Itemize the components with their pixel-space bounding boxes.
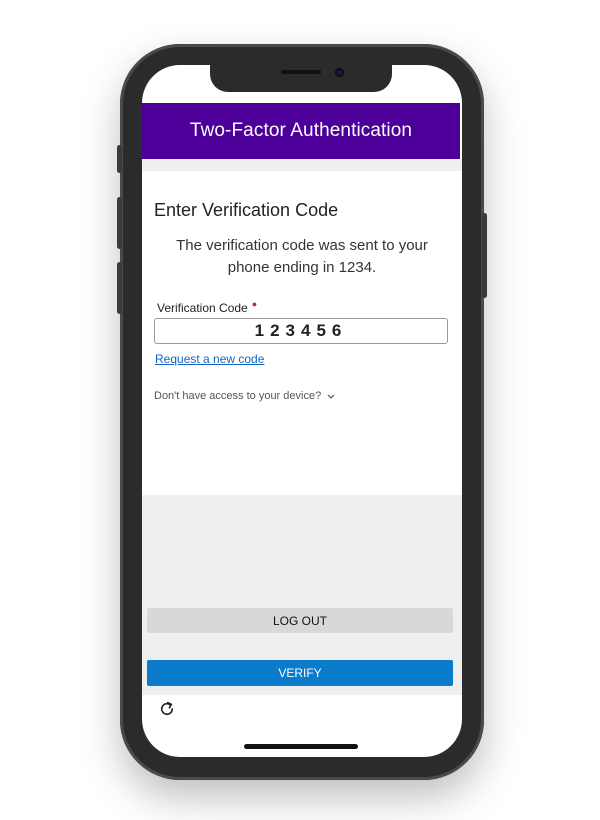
verification-code-input[interactable] [154,318,448,344]
power-button [482,213,487,298]
instruction-text: The verification code was sent to your p… [176,237,428,276]
home-indicator [244,744,358,749]
header-divider [142,159,462,171]
volume-down-button [117,262,122,314]
chevron-down-icon [327,392,335,402]
earpiece-speaker [281,70,321,74]
device-access-text: Don't have access to your device? [154,390,322,402]
code-field-label: Verification Code ● [157,299,258,315]
verify-button[interactable]: VERIFY [147,660,453,686]
refresh-icon[interactable] [156,698,178,720]
phone-screen: Two-Factor Authentication Enter Verifica… [142,65,462,757]
header-title: Two-Factor Authentication [189,120,413,141]
page-title: Enter Verification Code [154,200,339,220]
device-access-toggle[interactable]: Don't have access to your device? [154,390,335,402]
volume-up-button [117,197,122,249]
front-camera [335,68,344,77]
empty-panel [142,495,462,603]
required-indicator: ● [251,299,258,309]
request-new-code-link[interactable]: Request a new code [155,352,264,366]
app-header: Two-Factor Authentication [142,103,460,159]
silent-switch [117,145,122,173]
logout-button[interactable]: LOG OUT [147,608,453,633]
code-label-text: Verification Code [157,301,248,315]
